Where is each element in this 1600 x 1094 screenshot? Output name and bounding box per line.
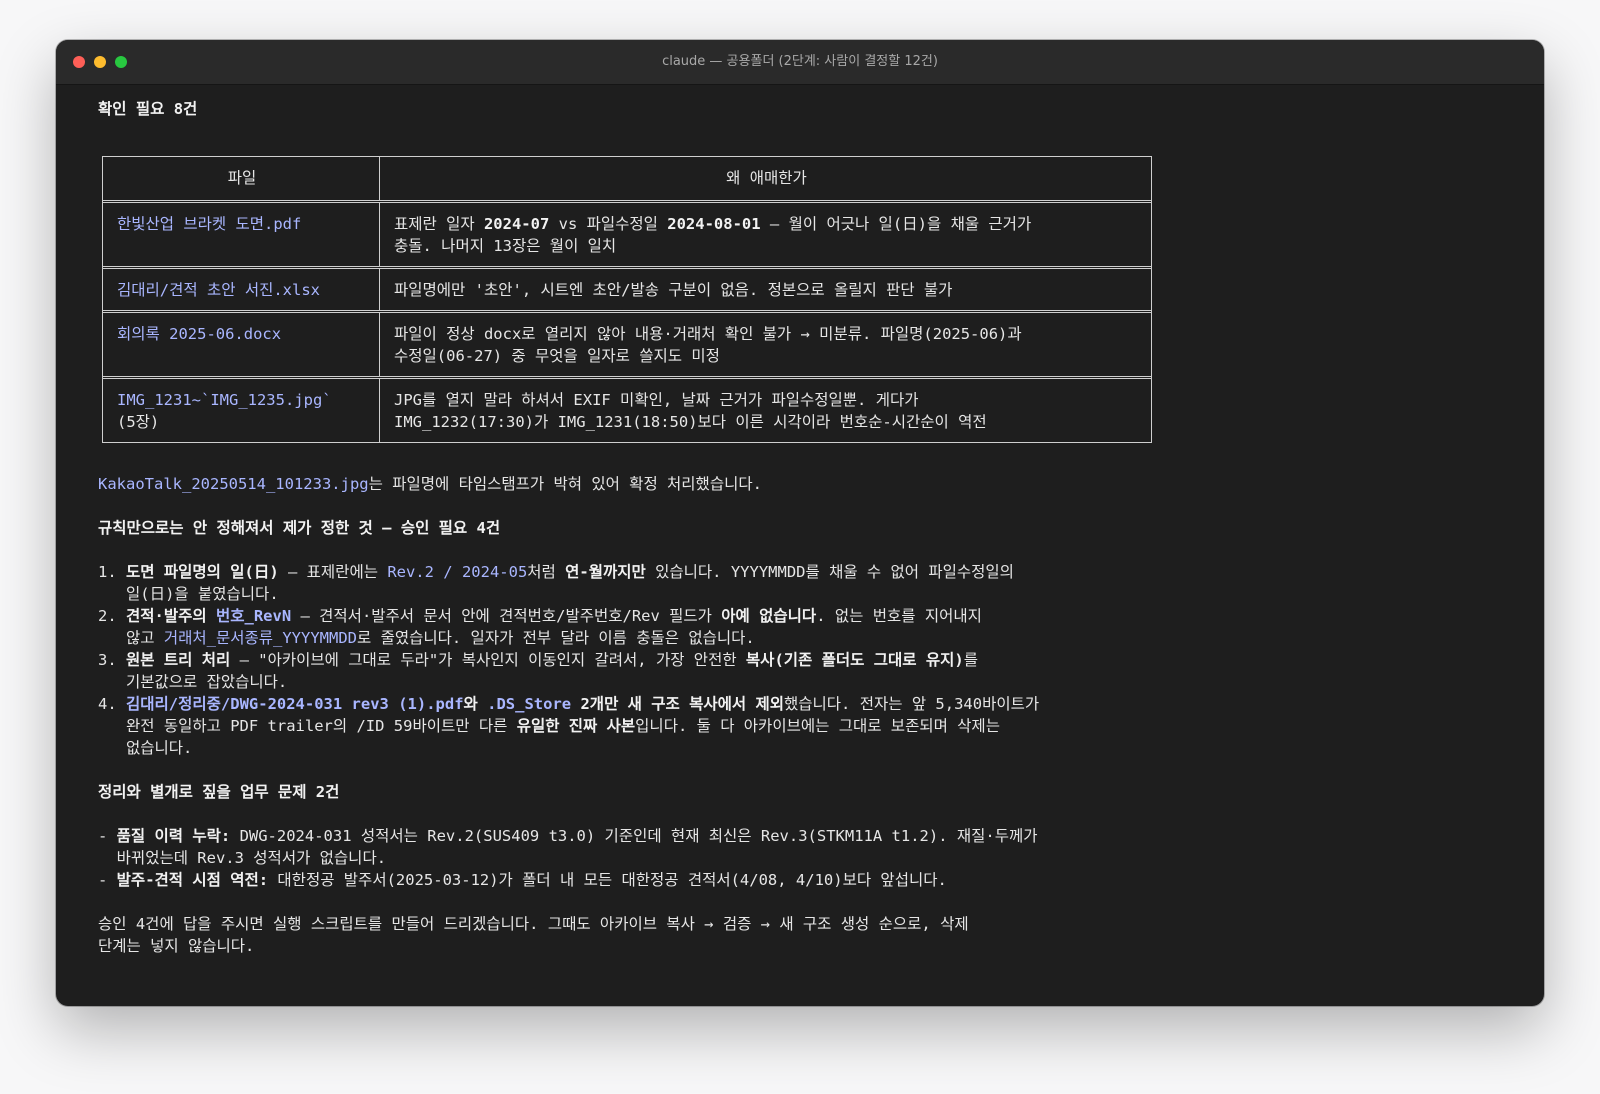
kakao-file-link[interactable]: KakaoTalk_20250514_101233.jpg bbox=[98, 475, 369, 493]
list-item: - 발주-견적 시점 역전: 대한정공 발주서(2025-03-12)가 폴더 … bbox=[98, 871, 947, 889]
reason-cell: 파일명에만 '초안', 시트엔 초안/발송 구분이 없음. 정본으로 올릴지 판… bbox=[394, 281, 953, 299]
terminal-window: claude — 공용폴더 (2단계: 사람이 결정할 12건) 확인 필요 8… bbox=[56, 40, 1544, 1006]
list-item: 3. 원본 트리 처리 — "아카이브에 그대로 두라"가 복사인지 이동인지 … bbox=[98, 651, 978, 669]
list-item: - 품질 이력 누락: DWG-2024-031 성적서는 Rev.2(SUS4… bbox=[98, 827, 1038, 845]
section-heading: 정리와 별개로 짚을 업무 문제 2건 bbox=[98, 783, 340, 801]
table-row: 김대리/견적 초안 서진.xlsx 파일명에만 '초안', 시트엔 초안/발송 … bbox=[103, 266, 1151, 310]
file-link[interactable]: 김대리/정리중/DWG-2024-031 rev3 (1).pdf bbox=[126, 695, 464, 713]
file-link[interactable]: 회의록 2025-06.docx bbox=[103, 313, 380, 376]
kakao-note: KakaoTalk_20250514_101233.jpg는 파일명에 타임스탬… bbox=[98, 475, 762, 493]
closing-text: 단계는 넣지 않습니다. bbox=[98, 937, 255, 955]
reason-cell: JPG를 열지 말라 하셔서 EXIF 미확인, 날짜 근거가 파일수정일뿐. … bbox=[394, 391, 987, 431]
file-cell: IMG_1231~`IMG_1235.jpg` (5장) bbox=[103, 379, 380, 442]
file-link[interactable]: IMG_1231~`IMG_1235.jpg` bbox=[117, 391, 332, 409]
ambiguity-table: 파일 왜 애매한가 한빛산업 브라켓 도면.pdf 표제란 일자 2024-07… bbox=[102, 156, 1152, 443]
table-row: 회의록 2025-06.docx 파일이 정상 docx로 열리지 않아 내용·… bbox=[103, 310, 1151, 376]
title-bar: claude — 공용폴더 (2단계: 사람이 결정할 12건) bbox=[56, 40, 1544, 85]
approval-list: 1. 도면 파일명의 일(日) — 표제란에는 Rev.2 / 2024-05처… bbox=[98, 561, 1524, 759]
file-link[interactable]: 김대리/견적 초안 서진.xlsx bbox=[103, 269, 380, 310]
table-header-row: 파일 왜 애매한가 bbox=[103, 157, 1151, 200]
window-title: claude — 공용폴더 (2단계: 사람이 결정할 12건) bbox=[662, 54, 938, 69]
list-item: 1. 도면 파일명의 일(日) — 표제란에는 Rev.2 / 2024-05처… bbox=[98, 563, 1014, 581]
table-row: IMG_1231~`IMG_1235.jpg` (5장) JPG를 열지 말라 … bbox=[103, 376, 1151, 442]
reason-cell: 파일이 정상 docx로 열리지 않아 내용·거래처 확인 불가 → 미분류. … bbox=[394, 325, 1022, 365]
list-item: 4. 김대리/정리중/DWG-2024-031 rev3 (1).pdf와 .D… bbox=[98, 695, 1040, 713]
list-item: 2. 견적·발주의 번호_RevN — 견적서·발주서 문서 안에 견적번호/발… bbox=[98, 607, 982, 625]
table-row: 한빛산업 브라켓 도면.pdf 표제란 일자 2024-07 vs 파일수정일 … bbox=[103, 200, 1151, 266]
closing-text: 승인 4건에 답을 주시면 실행 스크립트를 만들어 드리겠습니다. 그때도 아… bbox=[98, 915, 969, 933]
section-heading: 규칙만으로는 안 정해져서 제가 정한 것 — 승인 필요 4건 bbox=[98, 519, 501, 537]
section-heading: 확인 필요 8건 bbox=[98, 100, 198, 118]
column-header-file: 파일 bbox=[103, 157, 380, 200]
issue-list: - 품질 이력 누락: DWG-2024-031 성적서는 Rev.2(SUS4… bbox=[98, 825, 1524, 891]
column-header-reason: 왜 애매한가 bbox=[726, 169, 807, 187]
terminal-output[interactable]: 확인 필요 8건 파일 왜 애매한가 한빛산업 브라켓 도면.pdf 표제란 일… bbox=[98, 98, 1524, 957]
file-link[interactable]: 한빛산업 브라켓 도면.pdf bbox=[103, 203, 380, 266]
reason-cell: 표제란 일자 2024-07 vs 파일수정일 2024-08-01 — 월이 … bbox=[394, 215, 1032, 255]
